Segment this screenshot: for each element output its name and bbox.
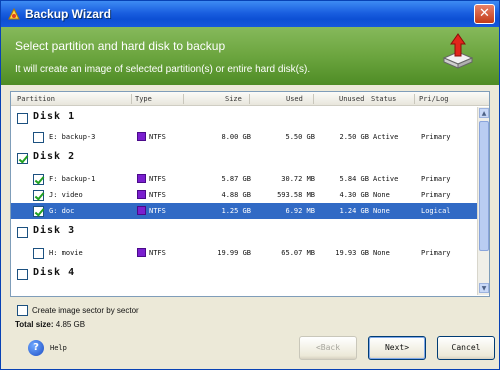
- partition-checkbox[interactable]: [33, 248, 44, 259]
- disk-label: Disk 2: [33, 151, 76, 162]
- partition-checkbox[interactable]: [33, 174, 44, 185]
- disk-checkbox[interactable]: [17, 269, 28, 280]
- partition-checkbox[interactable]: [33, 206, 44, 217]
- partition-name: G: doc: [49, 207, 75, 215]
- scroll-up-arrow-icon[interactable]: ▲: [479, 108, 489, 118]
- disk-label: Disk 1: [33, 111, 76, 122]
- scroll-down-arrow-icon[interactable]: ▼: [479, 283, 489, 293]
- disk-checkbox[interactable]: [17, 227, 28, 238]
- partition-pri-log: Primary: [421, 175, 451, 183]
- partition-pri-log: Logical: [421, 207, 451, 215]
- partition-unused: 5.84 GB: [339, 175, 369, 183]
- partition-unused: 2.50 GB: [339, 133, 369, 141]
- disk-checkbox[interactable]: [17, 153, 28, 164]
- column-pri-log[interactable]: Pri/Log: [419, 95, 449, 103]
- cancel-button[interactable]: Cancel: [437, 336, 495, 360]
- partition-type: NTFS: [149, 175, 166, 183]
- disk-row[interactable]: Disk 2: [11, 149, 477, 167]
- partition-type: NTFS: [149, 249, 166, 257]
- partition-used: 5.50 GB: [285, 133, 315, 141]
- fs-color-swatch: [137, 248, 146, 257]
- help-button[interactable]: ? Help: [28, 340, 88, 356]
- partition-checkbox[interactable]: [33, 190, 44, 201]
- disk-row[interactable]: Disk 1: [11, 109, 477, 127]
- partition-name: E: backup-3: [49, 133, 96, 141]
- partition-status: Active: [373, 175, 399, 183]
- partition-used: 30.72 MB: [281, 175, 315, 183]
- question-icon: ?: [28, 340, 44, 356]
- partition-status: Active: [373, 133, 399, 141]
- help-label: Help: [50, 344, 67, 352]
- partition-name: J: video: [49, 191, 83, 199]
- sector-by-sector-label: Create image sector by sector: [32, 306, 139, 315]
- partition-type: NTFS: [149, 133, 166, 141]
- fs-color-swatch: [137, 132, 146, 141]
- partition-status: None: [373, 249, 390, 257]
- banner-heading: Select partition and hard disk to backup: [15, 39, 226, 53]
- disk-label: Disk 3: [33, 225, 76, 236]
- partition-unused: 4.30 GB: [339, 191, 369, 199]
- close-button[interactable]: ✕: [474, 4, 495, 24]
- partition-size: 1.25 GB: [221, 207, 251, 215]
- partition-row[interactable]: E: backup-3 NTFS 8.00 GB 5.50 GB 2.50 GB…: [11, 129, 477, 145]
- partition-size: 8.00 GB: [221, 133, 251, 141]
- partition-type: NTFS: [149, 191, 166, 199]
- back-button[interactable]: <Back: [299, 336, 357, 360]
- column-used[interactable]: Used: [286, 95, 303, 103]
- disk-checkbox[interactable]: [17, 113, 28, 124]
- banner-subheading: It will create an image of selected part…: [15, 64, 311, 75]
- total-size-label: Total size:: [15, 320, 54, 329]
- partition-size: 19.99 GB: [217, 249, 251, 257]
- partition-used: 65.07 MB: [281, 249, 315, 257]
- partition-unused: 1.24 GB: [339, 207, 369, 215]
- column-unused[interactable]: Unused: [339, 95, 364, 103]
- column-size[interactable]: Size: [225, 95, 242, 103]
- partition-rows: Disk 1 E: backup-3 NTFS 8.00 GB 5.50 GB …: [11, 107, 477, 295]
- column-status[interactable]: Status: [371, 95, 396, 103]
- disk-row[interactable]: Disk 4: [11, 265, 477, 283]
- column-header: Partition Type Size Used Unused Status P…: [11, 92, 489, 106]
- partition-pri-log: Primary: [421, 191, 451, 199]
- partition-checkbox[interactable]: [33, 132, 44, 143]
- partition-type: NTFS: [149, 207, 166, 215]
- partition-row[interactable]: J: video NTFS 4.88 GB 593.58 MB 4.30 GB …: [11, 187, 477, 203]
- partition-status: None: [373, 191, 390, 199]
- partition-list-panel: Partition Type Size Used Unused Status P…: [10, 91, 490, 297]
- partition-size: 4.88 GB: [221, 191, 251, 199]
- vertical-scrollbar[interactable]: ▲ ▼: [477, 107, 489, 295]
- column-partition[interactable]: Partition: [17, 95, 55, 103]
- partition-size: 5.87 GB: [221, 175, 251, 183]
- total-size: Total size: 4.85 GB: [15, 320, 85, 329]
- disk-row[interactable]: Disk 3: [11, 223, 477, 241]
- fs-color-swatch: [137, 190, 146, 199]
- next-button[interactable]: Next>: [368, 336, 426, 360]
- fs-color-swatch: [137, 174, 146, 183]
- partition-row[interactable]: F: backup-1 NTFS 5.87 GB 30.72 MB 5.84 G…: [11, 171, 477, 187]
- partition-pri-log: Primary: [421, 249, 451, 257]
- partition-name: F: backup-1: [49, 175, 96, 183]
- title-bar: Backup Wizard ✕: [1, 1, 499, 27]
- partition-row-selected[interactable]: G: doc NTFS 1.25 GB 6.92 MB 1.24 GB None…: [11, 203, 477, 219]
- sector-by-sector-option[interactable]: Create image sector by sector: [17, 304, 187, 318]
- wizard-banner: Select partition and hard disk to backup…: [1, 27, 499, 85]
- scroll-thumb[interactable]: [479, 121, 489, 251]
- wizard-icon: [8, 7, 20, 20]
- window-title: Backup Wizard: [25, 7, 111, 21]
- hard-disk-upload-icon: [442, 33, 474, 69]
- fs-color-swatch: [137, 206, 146, 215]
- sector-by-sector-checkbox[interactable]: [17, 305, 28, 316]
- column-type[interactable]: Type: [135, 95, 152, 103]
- partition-name: H: movie: [49, 249, 83, 257]
- partition-unused: 19.93 GB: [335, 249, 369, 257]
- partition-used: 593.58 MB: [277, 191, 315, 199]
- partition-row[interactable]: H: movie NTFS 19.99 GB 65.07 MB 19.93 GB…: [11, 245, 477, 261]
- partition-status: None: [373, 207, 390, 215]
- total-size-value: 4.85 GB: [55, 320, 86, 329]
- disk-label: Disk 4: [33, 267, 76, 278]
- partition-used: 6.92 MB: [285, 207, 315, 215]
- backup-wizard-window: Backup Wizard ✕ Select partition and har…: [0, 0, 500, 370]
- partition-pri-log: Primary: [421, 133, 451, 141]
